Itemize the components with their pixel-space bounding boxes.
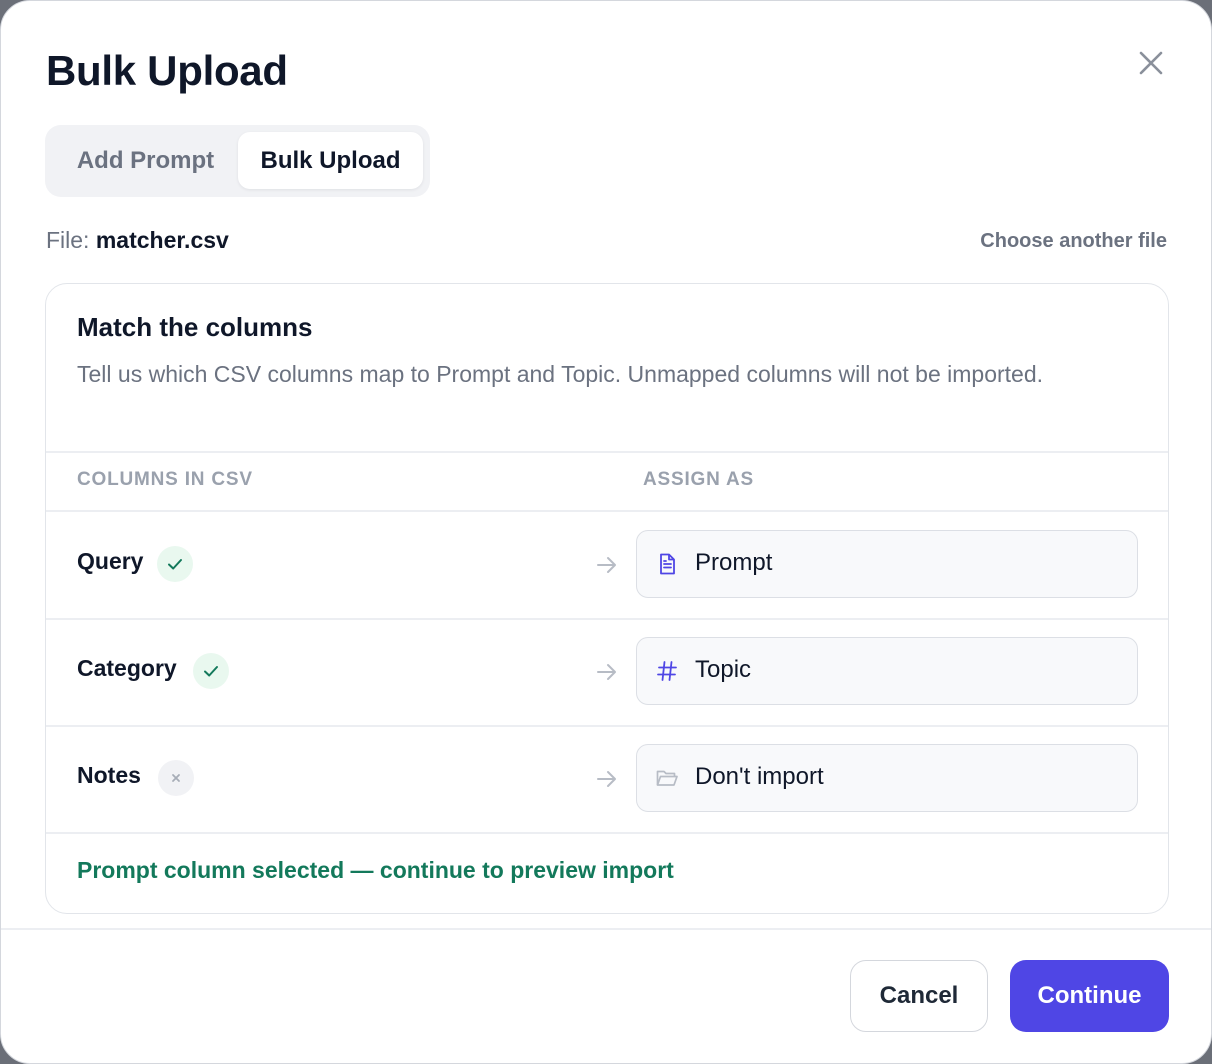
tab-add-prompt[interactable]: Add Prompt	[53, 132, 238, 189]
arrow-right-icon	[597, 771, 616, 787]
mapping-row-notes: Notes Don't import	[46, 726, 1168, 832]
hash-icon	[657, 661, 677, 681]
mapping-title: Match the columns	[77, 312, 313, 342]
divider	[46, 451, 1168, 453]
csv-column-name: Query	[77, 548, 144, 574]
unmapped-badge	[158, 760, 194, 796]
dialog-title: Bulk Upload	[46, 47, 288, 94]
header-columns-in-csv: COLUMNS IN CSV	[77, 469, 253, 490]
tab-bulk-upload[interactable]: Bulk Upload	[238, 132, 423, 189]
close-button[interactable]	[1131, 43, 1171, 83]
arrow-right-icon	[597, 557, 616, 573]
assign-value: Don't import	[695, 763, 824, 790]
footer-divider	[1, 928, 1211, 930]
file-label: File:	[46, 227, 90, 253]
assign-select-dont-import[interactable]: Don't import	[636, 744, 1138, 812]
mapping-row-query: Query Prompt	[46, 512, 1168, 618]
document-icon	[660, 553, 675, 575]
assign-value: Topic	[695, 656, 752, 683]
csv-column-name: Category	[77, 655, 177, 681]
mapped-badge	[193, 653, 229, 689]
cancel-button[interactable]: Cancel	[850, 960, 988, 1032]
bulk-upload-dialog: Bulk Upload Add Prompt Bulk Upload File:…	[0, 0, 1212, 1064]
mapped-badge	[157, 546, 193, 582]
mapping-status-message: Prompt column selected — continue to pre…	[77, 857, 674, 883]
mapping-description: Tell us which CSV columns map to Prompt …	[77, 361, 1044, 387]
mapping-row-category: Category Topic	[46, 619, 1168, 725]
arrow-right-icon	[597, 664, 616, 680]
assign-value: Prompt	[695, 549, 773, 576]
header-assign-as: ASSIGN AS	[643, 469, 755, 490]
csv-column-name: Notes	[77, 762, 141, 788]
choose-another-file-link[interactable]: Choose another file	[980, 230, 1167, 253]
folder-icon	[656, 770, 678, 786]
continue-button[interactable]: Continue	[1010, 960, 1169, 1032]
check-icon	[204, 666, 218, 677]
x-icon	[172, 774, 180, 782]
check-icon	[168, 559, 182, 570]
mode-tabs: Add Prompt Bulk Upload	[45, 125, 430, 197]
divider	[46, 832, 1168, 834]
close-icon	[1139, 51, 1163, 75]
file-info: File: matcher.csv	[46, 227, 229, 254]
assign-select-topic[interactable]: Topic	[636, 637, 1138, 705]
assign-select-prompt[interactable]: Prompt	[636, 530, 1138, 598]
file-name: matcher.csv	[95, 227, 229, 253]
column-mapping-card: Match the columns Tell us which CSV colu…	[45, 283, 1169, 914]
